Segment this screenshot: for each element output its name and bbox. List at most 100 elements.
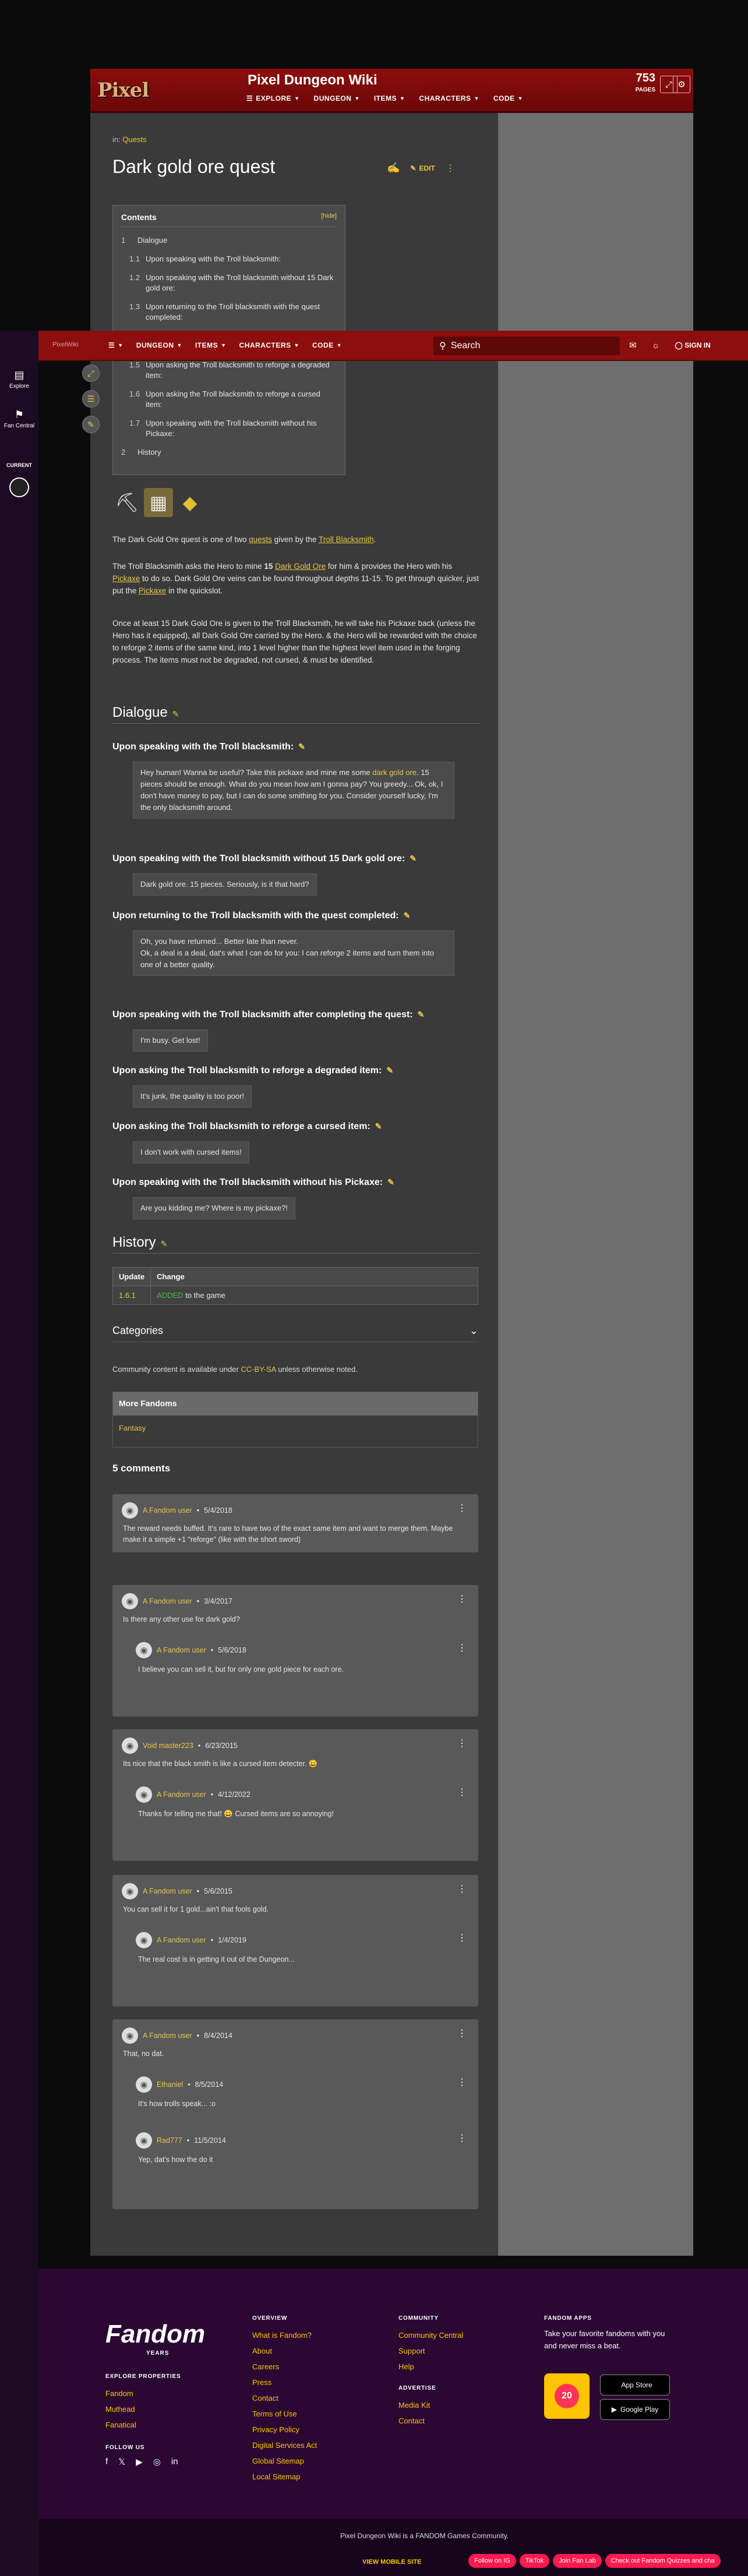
footer-overview-link[interactable]: Local Sitemap [252, 2469, 317, 2485]
more-options-icon[interactable]: ⋮ [457, 1786, 467, 1798]
footer-overview-link[interactable]: Digital Services Act [252, 2437, 317, 2453]
more-options-icon[interactable]: ⋮ [457, 1932, 467, 1944]
edit-section-icon[interactable]: ✎ [410, 854, 417, 863]
edit-section-icon[interactable]: ✎ [418, 1010, 425, 1019]
edit-button[interactable]: ✎ EDIT [410, 164, 435, 172]
comment-author[interactable]: A Fandom user [143, 1887, 192, 1895]
more-options-icon[interactable]: ⋮ [457, 1738, 467, 1749]
global-nav-wiki-name[interactable]: PixelWiki [52, 341, 79, 348]
promo-pill[interactable]: Check out Fandom Quizzes and cha [605, 2554, 721, 2568]
global-nav-menu-icon[interactable]: ☰ ▼ [108, 341, 124, 349]
dark-gold-ore-link[interactable]: Dark Gold Ore [275, 562, 326, 571]
youtube-icon[interactable]: ▶ [136, 2457, 143, 2467]
app-store-button[interactable]: App Store [600, 2375, 670, 2395]
instagram-icon[interactable]: ◎ [153, 2457, 161, 2467]
license-link[interactable]: CC-BY-SA [241, 1365, 276, 1374]
comment-author[interactable]: A Fandom user [157, 1936, 206, 1944]
toc-hide-button[interactable]: [hide] [321, 213, 337, 222]
footer-explore-link[interactable]: Muthead [105, 2401, 181, 2417]
wiki-name[interactable]: Pixel Dungeon Wiki [248, 72, 377, 89]
categories-toggle[interactable]: Categories ⌄ [112, 1325, 478, 1342]
current-wiki-avatar[interactable] [9, 477, 29, 497]
avatar[interactable]: ◉ [136, 1786, 152, 1803]
dark-gold-ore-link[interactable]: dark gold ore [372, 768, 417, 777]
wiki-nav-items[interactable]: ITEMS ▼ [374, 94, 405, 102]
wiki-logo[interactable]: Pixel Dungeon Wiki [97, 73, 231, 169]
wiki-nav-explore[interactable]: ☰ EXPLORE ▼ [246, 94, 300, 102]
troll-blacksmith-link[interactable]: Troll Blacksmith [319, 535, 374, 544]
fandom-footer-logo[interactable]: Fandom [105, 2320, 205, 2349]
more-options-icon[interactable]: ⋮ [457, 1593, 467, 1605]
footer-overview-link[interactable]: Global Sitemap [252, 2453, 317, 2469]
toc-item[interactable]: 1.3 Upon returning to the Troll blacksmit… [121, 302, 337, 323]
wiki-nav-code[interactable]: CODE ▼ [493, 94, 523, 102]
promo-pill[interactable]: TikTok [519, 2554, 550, 2568]
comment-author[interactable]: A Fandom user [143, 1506, 192, 1515]
footer-explore-link[interactable]: Fandom [105, 2386, 181, 2401]
avatar[interactable]: ◉ [122, 1593, 138, 1609]
edit-section-icon[interactable]: ✎ [387, 1177, 394, 1187]
fandom-app-badge[interactable]: 20 [544, 2373, 590, 2419]
breadcrumb-link[interactable]: Quests [122, 135, 146, 144]
facebook-icon[interactable]: f [105, 2457, 108, 2467]
rail-explore[interactable]: ▤ Explore [0, 369, 38, 390]
comment-author[interactable]: Void master223 [143, 1742, 193, 1750]
toc-item[interactable]: 1.6 Upon asking the Troll blacksmith to r… [121, 389, 337, 410]
avatar[interactable]: ◉ [136, 1642, 152, 1658]
more-options-icon[interactable]: ⋮ [457, 1502, 467, 1514]
expand-icon[interactable]: ⤢ [82, 365, 100, 382]
footer-advertise-link[interactable]: Contact [398, 2413, 463, 2429]
comment-author[interactable]: A Fandom user [157, 1646, 206, 1654]
avatar[interactable]: ◉ [122, 1883, 138, 1899]
wiki-nav-characters[interactable]: CHARACTERS ▼ [419, 94, 479, 102]
global-nav-characters[interactable]: CHARACTERS ▼ [239, 341, 299, 349]
footer-overview-link[interactable]: About [252, 2343, 317, 2359]
rail-fan-central[interactable]: ⚑ Fan Central [0, 409, 38, 429]
edit-section-icon[interactable]: ✎ [404, 911, 411, 920]
toc-item[interactable]: 2 History [121, 447, 337, 458]
toc-icon[interactable]: ☰ [82, 390, 100, 408]
wiki-nav-dungeon[interactable]: DUNGEON ▼ [314, 94, 360, 102]
version-link[interactable]: 1.6.1 [119, 1291, 136, 1300]
edit-pencil-icon[interactable]: ✎ [82, 416, 100, 433]
pickaxe-link-2[interactable]: Pickaxe [139, 586, 166, 595]
footer-overview-link[interactable]: Press [252, 2375, 317, 2390]
pickaxe-link[interactable]: Pickaxe [112, 574, 140, 583]
discussions-icon[interactable]: ✉ [629, 340, 637, 351]
footer-overview-link[interactable]: Careers [252, 2359, 317, 2375]
more-options-icon[interactable]: ⋮ [457, 1642, 467, 1654]
settings-icon[interactable]: ⚙ [673, 76, 690, 93]
more-options-icon[interactable]: ⋮ [457, 2132, 467, 2144]
more-options-icon[interactable]: ⋮ [457, 2076, 467, 2088]
footer-community-link[interactable]: Help [398, 2359, 463, 2375]
avatar[interactable]: ◉ [136, 2076, 152, 2093]
talk-icon[interactable]: ✍ [387, 162, 400, 174]
edit-section-icon[interactable]: ✎ [375, 1121, 382, 1131]
comment-author[interactable]: Rad777 [157, 2136, 182, 2145]
avatar[interactable]: ◉ [136, 2132, 152, 2149]
comment-author[interactable]: Ethaniel [157, 2080, 183, 2089]
more-fandoms-link[interactable]: Fantasy [113, 1416, 478, 1441]
footer-advertise-link[interactable]: Media Kit [398, 2397, 463, 2413]
avatar[interactable]: ◉ [122, 2027, 138, 2044]
comment-author[interactable]: A Fandom user [157, 1791, 206, 1799]
theme-toggle-icon[interactable]: ☼ [652, 341, 660, 351]
promo-pill[interactable]: Join Fan Lab [553, 2554, 602, 2568]
promo-pill[interactable]: Follow on IG [468, 2554, 516, 2568]
footer-overview-link[interactable]: Contact [252, 2390, 317, 2406]
search-input[interactable]: ⚲ Search [433, 337, 620, 355]
edit-section-icon[interactable]: ✎ [161, 1239, 168, 1248]
toc-item[interactable]: 1.7 Upon speaking with the Troll blacksmi… [121, 418, 337, 439]
more-options-icon[interactable]: ⋮ [457, 1883, 467, 1895]
footer-overview-link[interactable]: Terms of Use [252, 2406, 317, 2422]
edit-section-icon[interactable]: ✎ [172, 709, 179, 719]
footer-community-link[interactable]: Community Central [398, 2327, 463, 2343]
view-mobile-site-link[interactable]: VIEW MOBILE SITE [362, 2559, 421, 2566]
footer-community-link[interactable]: Support [398, 2343, 463, 2359]
twitter-icon[interactable]: 𝕏 [118, 2457, 125, 2467]
avatar[interactable]: ◉ [122, 1738, 138, 1754]
global-nav-code[interactable]: CODE ▼ [312, 341, 342, 349]
toc-item[interactable]: 1 Dialogue [121, 235, 337, 246]
toc-item[interactable]: 1.2 Upon speaking with the Troll blacksmi… [121, 273, 337, 293]
footer-overview-link[interactable]: What is Fandom? [252, 2327, 317, 2343]
